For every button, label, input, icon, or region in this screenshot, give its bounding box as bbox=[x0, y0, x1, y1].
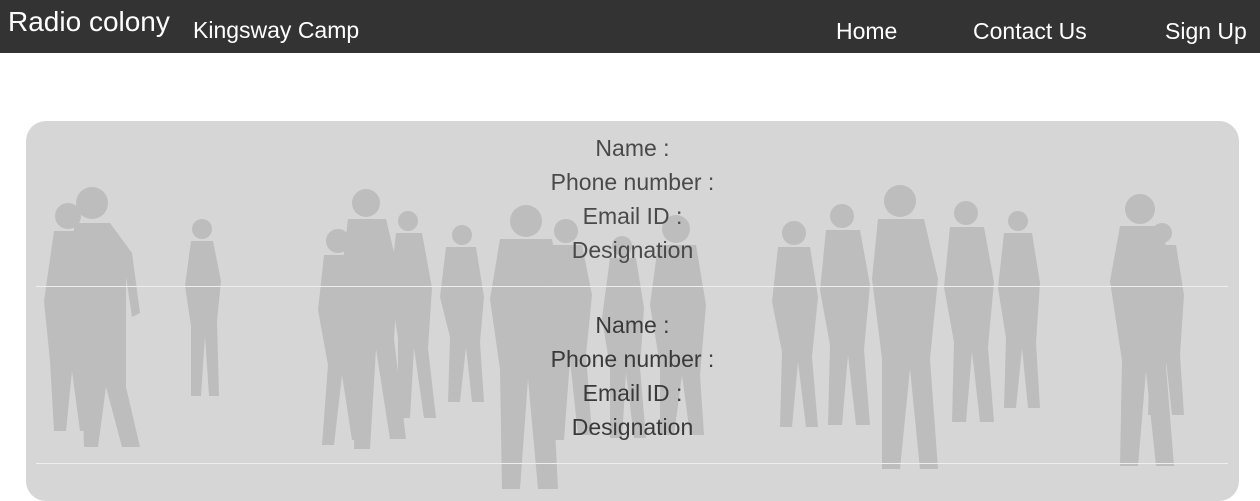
nav-home-link[interactable]: Home bbox=[836, 18, 897, 44]
site-brand[interactable]: Radio colony bbox=[8, 6, 170, 38]
nav-contact-link[interactable]: Contact Us bbox=[973, 18, 1087, 44]
members-panel: Name : Phone number : Email ID : Designa… bbox=[26, 121, 1239, 501]
member-phone-label: Phone number : bbox=[550, 346, 715, 372]
member-name-label: Name : bbox=[595, 312, 670, 338]
site-subtitle: Kingsway Camp bbox=[193, 17, 360, 43]
member-divider bbox=[36, 463, 1228, 464]
member-card: Name : Phone number : Email ID : Designa… bbox=[26, 308, 1239, 444]
member-card: Name : Phone number : Email ID : Designa… bbox=[26, 131, 1239, 267]
member-email-label: Email ID : bbox=[582, 380, 683, 406]
member-designation-label: Designation bbox=[571, 414, 694, 440]
member-phone-label: Phone number : bbox=[550, 169, 715, 195]
top-navbar: Radio colony Kingsway Camp Home Contact … bbox=[0, 0, 1260, 53]
member-designation-label: Designation bbox=[571, 237, 694, 263]
nav-signup-link[interactable]: Sign Up bbox=[1165, 18, 1247, 44]
member-name-label: Name : bbox=[595, 135, 670, 161]
member-divider bbox=[36, 286, 1228, 287]
member-email-label: Email ID : bbox=[582, 203, 683, 229]
